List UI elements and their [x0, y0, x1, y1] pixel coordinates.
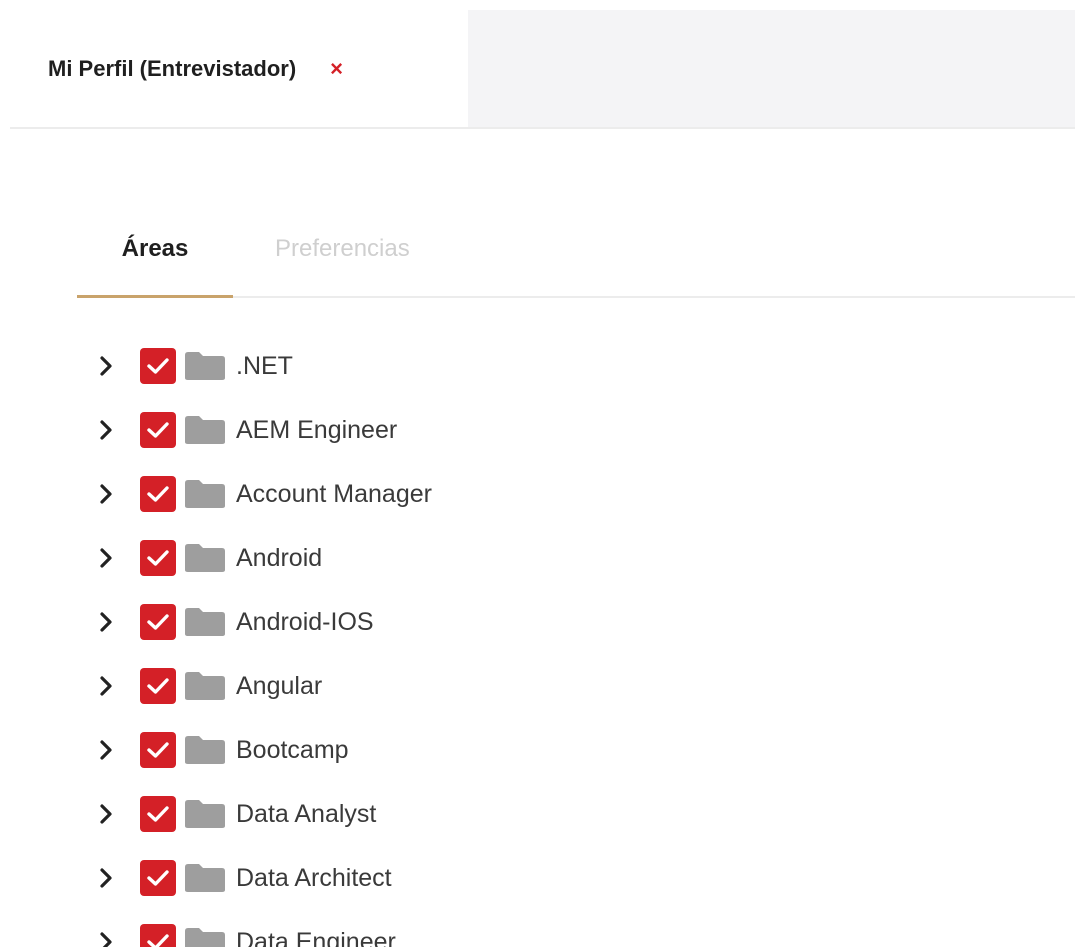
folder-icon: [184, 607, 226, 637]
tree-item-checkbox[interactable]: [140, 860, 176, 896]
tree-item-label[interactable]: Data Engineer: [236, 928, 396, 947]
chevron-right-icon[interactable]: [96, 674, 116, 698]
tree-item-checkbox[interactable]: [140, 796, 176, 832]
tree-item[interactable]: AEM Engineer: [96, 398, 996, 462]
folder-icon: [184, 479, 226, 509]
tab-areas[interactable]: Áreas: [77, 200, 233, 298]
areas-tree: .NET AEM Engineer Account Manager Android An…: [96, 334, 996, 947]
tree-item[interactable]: Angular: [96, 654, 996, 718]
tab-bar-empty-area: [468, 10, 1075, 128]
folder-icon: [184, 415, 226, 445]
chevron-right-icon[interactable]: [96, 482, 116, 506]
tree-item-label[interactable]: Android: [236, 544, 322, 573]
chevron-right-icon[interactable]: [96, 354, 116, 378]
chevron-right-icon[interactable]: [96, 930, 116, 947]
tab-bar-divider: [10, 127, 1075, 129]
folder-icon: [184, 735, 226, 765]
tree-item-checkbox[interactable]: [140, 348, 176, 384]
chevron-right-icon[interactable]: [96, 418, 116, 442]
tree-item-checkbox[interactable]: [140, 476, 176, 512]
tree-item-label[interactable]: .NET: [236, 352, 293, 381]
tab-preferencias[interactable]: Preferencias: [233, 200, 433, 298]
tree-item[interactable]: Android: [96, 526, 996, 590]
section-tabs: Áreas Preferencias: [77, 200, 1075, 300]
tab-mi-perfil[interactable]: Mi Perfil (Entrevistador) ×: [10, 10, 468, 128]
chevron-right-icon[interactable]: [96, 738, 116, 762]
profile-page: Mi Perfil (Entrevistador) × Áreas Prefer…: [0, 0, 1075, 947]
chevron-right-icon[interactable]: [96, 610, 116, 634]
chevron-right-icon[interactable]: [96, 802, 116, 826]
tree-item-checkbox[interactable]: [140, 732, 176, 768]
folder-icon: [184, 927, 226, 947]
tree-item-label[interactable]: Bootcamp: [236, 736, 349, 765]
tree-item-label[interactable]: Account Manager: [236, 480, 432, 509]
tree-item[interactable]: Bootcamp: [96, 718, 996, 782]
chevron-right-icon[interactable]: [96, 866, 116, 890]
tree-item-label[interactable]: AEM Engineer: [236, 416, 397, 445]
chevron-right-icon[interactable]: [96, 546, 116, 570]
tree-item-checkbox[interactable]: [140, 668, 176, 704]
tab-title: Mi Perfil (Entrevistador): [48, 56, 297, 81]
tree-item-checkbox[interactable]: [140, 924, 176, 947]
close-icon[interactable]: ×: [330, 58, 343, 80]
tree-item-checkbox[interactable]: [140, 540, 176, 576]
folder-icon: [184, 671, 226, 701]
folder-icon: [184, 799, 226, 829]
tree-item[interactable]: .NET: [96, 334, 996, 398]
tree-item-label[interactable]: Angular: [236, 672, 322, 701]
folder-icon: [184, 543, 226, 573]
tree-item[interactable]: Data Architect: [96, 846, 996, 910]
tree-item[interactable]: Data Analyst: [96, 782, 996, 846]
tree-item[interactable]: Data Engineer: [96, 910, 996, 947]
folder-icon: [184, 351, 226, 381]
tree-item-checkbox[interactable]: [140, 412, 176, 448]
tree-item[interactable]: Account Manager: [96, 462, 996, 526]
tree-item[interactable]: Android-IOS: [96, 590, 996, 654]
tree-item-checkbox[interactable]: [140, 604, 176, 640]
tree-item-label[interactable]: Data Architect: [236, 864, 392, 893]
tree-item-label[interactable]: Data Analyst: [236, 800, 376, 829]
folder-icon: [184, 863, 226, 893]
tree-item-label[interactable]: Android-IOS: [236, 608, 374, 637]
active-tab-indicator: [77, 295, 233, 298]
document-tab-bar: Mi Perfil (Entrevistador) ×: [0, 0, 1075, 129]
